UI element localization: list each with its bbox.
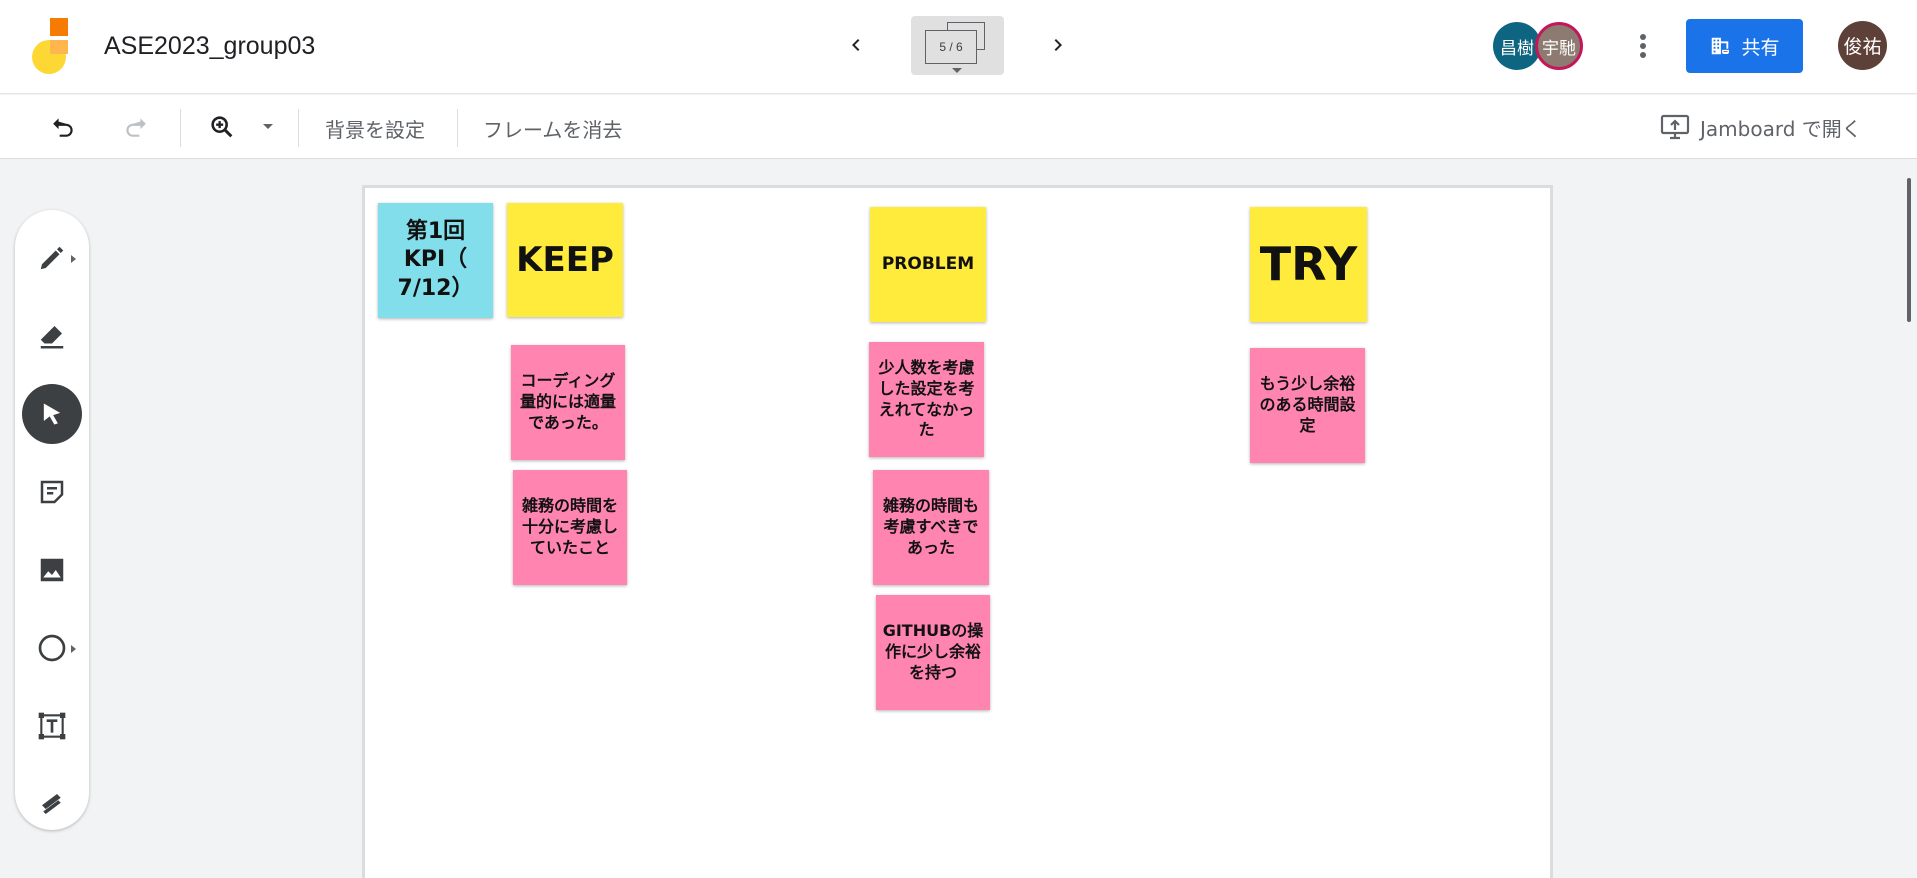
arrow-drop-down-icon (263, 124, 273, 129)
vertical-scrollbar[interactable] (1907, 178, 1911, 322)
eraser-icon (40, 326, 64, 349)
select-tool[interactable] (22, 384, 82, 444)
toolbar-divider (180, 109, 181, 147)
document-title[interactable]: ASE2023_group03 (104, 32, 315, 61)
caret-down-icon (952, 68, 962, 73)
frame-switcher[interactable]: 5 / 6 (911, 16, 1004, 75)
set-background-button[interactable]: 背景を設定 (325, 114, 425, 143)
share-button[interactable]: 共有 (1686, 19, 1803, 73)
chevron-left-icon (852, 39, 860, 51)
eraser-tool[interactable] (22, 306, 82, 366)
next-frame-button[interactable] (1040, 27, 1076, 63)
sticky-note-tool[interactable] (22, 462, 82, 522)
sticky-note-icon (40, 480, 64, 504)
sticky-note-problem[interactable]: PROBLEM (870, 207, 986, 322)
redo-button[interactable] (117, 109, 153, 145)
previous-frame-button[interactable] (838, 27, 874, 63)
tool-panel (15, 210, 89, 830)
submenu-arrow-icon (71, 645, 76, 653)
text-box-icon (38, 712, 66, 740)
jam-canvas[interactable]: 第1回 KPI（ 7/12） KEEP PROBLEM TRY コーディング量的… (362, 185, 1553, 878)
jamboard-logo[interactable] (30, 18, 72, 74)
sticky-note-kpi[interactable]: 第1回 KPI（ 7/12） (378, 203, 493, 318)
laser-tool[interactable] (22, 774, 82, 834)
pen-tool[interactable] (22, 228, 82, 288)
undo-button[interactable] (46, 109, 82, 145)
submenu-arrow-icon (71, 255, 76, 263)
sticky-note-problem-3[interactable]: GITHUBの操作に少し余裕を持つ (876, 595, 990, 710)
toolbar-divider (457, 109, 458, 147)
circle-shape-icon (38, 634, 66, 662)
zoom-in-icon (211, 116, 233, 138)
user-account-avatar[interactable]: 俊祐 (1838, 21, 1887, 70)
laser-icon (42, 794, 61, 814)
frame-counter: 5 / 6 (925, 30, 977, 64)
select-cursor-icon (43, 403, 61, 425)
undo-icon (53, 118, 73, 137)
pen-icon (40, 246, 64, 270)
share-label: 共有 (1741, 36, 1780, 59)
shape-tool[interactable] (22, 618, 82, 678)
edit-toolbar: 背景を設定 フレームを消去 Jamboard で開く (0, 95, 1917, 159)
sticky-note-keep-1[interactable]: コーディング量的には適量であった。 (511, 345, 625, 460)
clear-frame-button[interactable]: フレームを消去 (483, 114, 622, 143)
redo-icon (126, 118, 146, 137)
open-in-jamboard-button[interactable]: Jamboard で開く (1660, 109, 1862, 145)
chevron-right-icon (1054, 39, 1062, 51)
open-in-device-icon (1660, 114, 1690, 140)
sticky-note-problem-1[interactable]: 少人数を考慮した設定を考えれてなかった (869, 342, 984, 457)
image-tool[interactable] (22, 540, 82, 600)
open-in-jamboard-label: Jamboard で開く (1700, 116, 1862, 141)
text-box-tool[interactable] (22, 696, 82, 756)
sticky-note-try[interactable]: TRY (1250, 207, 1367, 322)
image-icon (40, 558, 64, 582)
domain-share-icon (1712, 37, 1730, 55)
collaborator-avatar[interactable]: 昌樹 (1493, 22, 1541, 70)
collaborator-avatar[interactable]: 宇馳 (1535, 22, 1583, 70)
app-header: ASE2023_group03 5 / 6 昌樹 宇馳 共有 俊祐 (0, 0, 1917, 94)
toolbar-divider (298, 109, 299, 147)
sticky-note-try-1[interactable]: もう少し余裕のある時間設定 (1250, 348, 1365, 463)
zoom-dropdown-button[interactable] (258, 109, 278, 145)
more-vert-icon (1640, 34, 1646, 58)
sticky-note-problem-2[interactable]: 雑務の時間も考慮すべきであった (873, 470, 989, 585)
zoom-button[interactable] (204, 109, 240, 145)
more-options-button[interactable] (1630, 26, 1656, 66)
sticky-note-keep-2[interactable]: 雑務の時間を十分に考慮していたこと (513, 470, 627, 585)
sticky-note-keep[interactable]: KEEP (507, 203, 623, 317)
